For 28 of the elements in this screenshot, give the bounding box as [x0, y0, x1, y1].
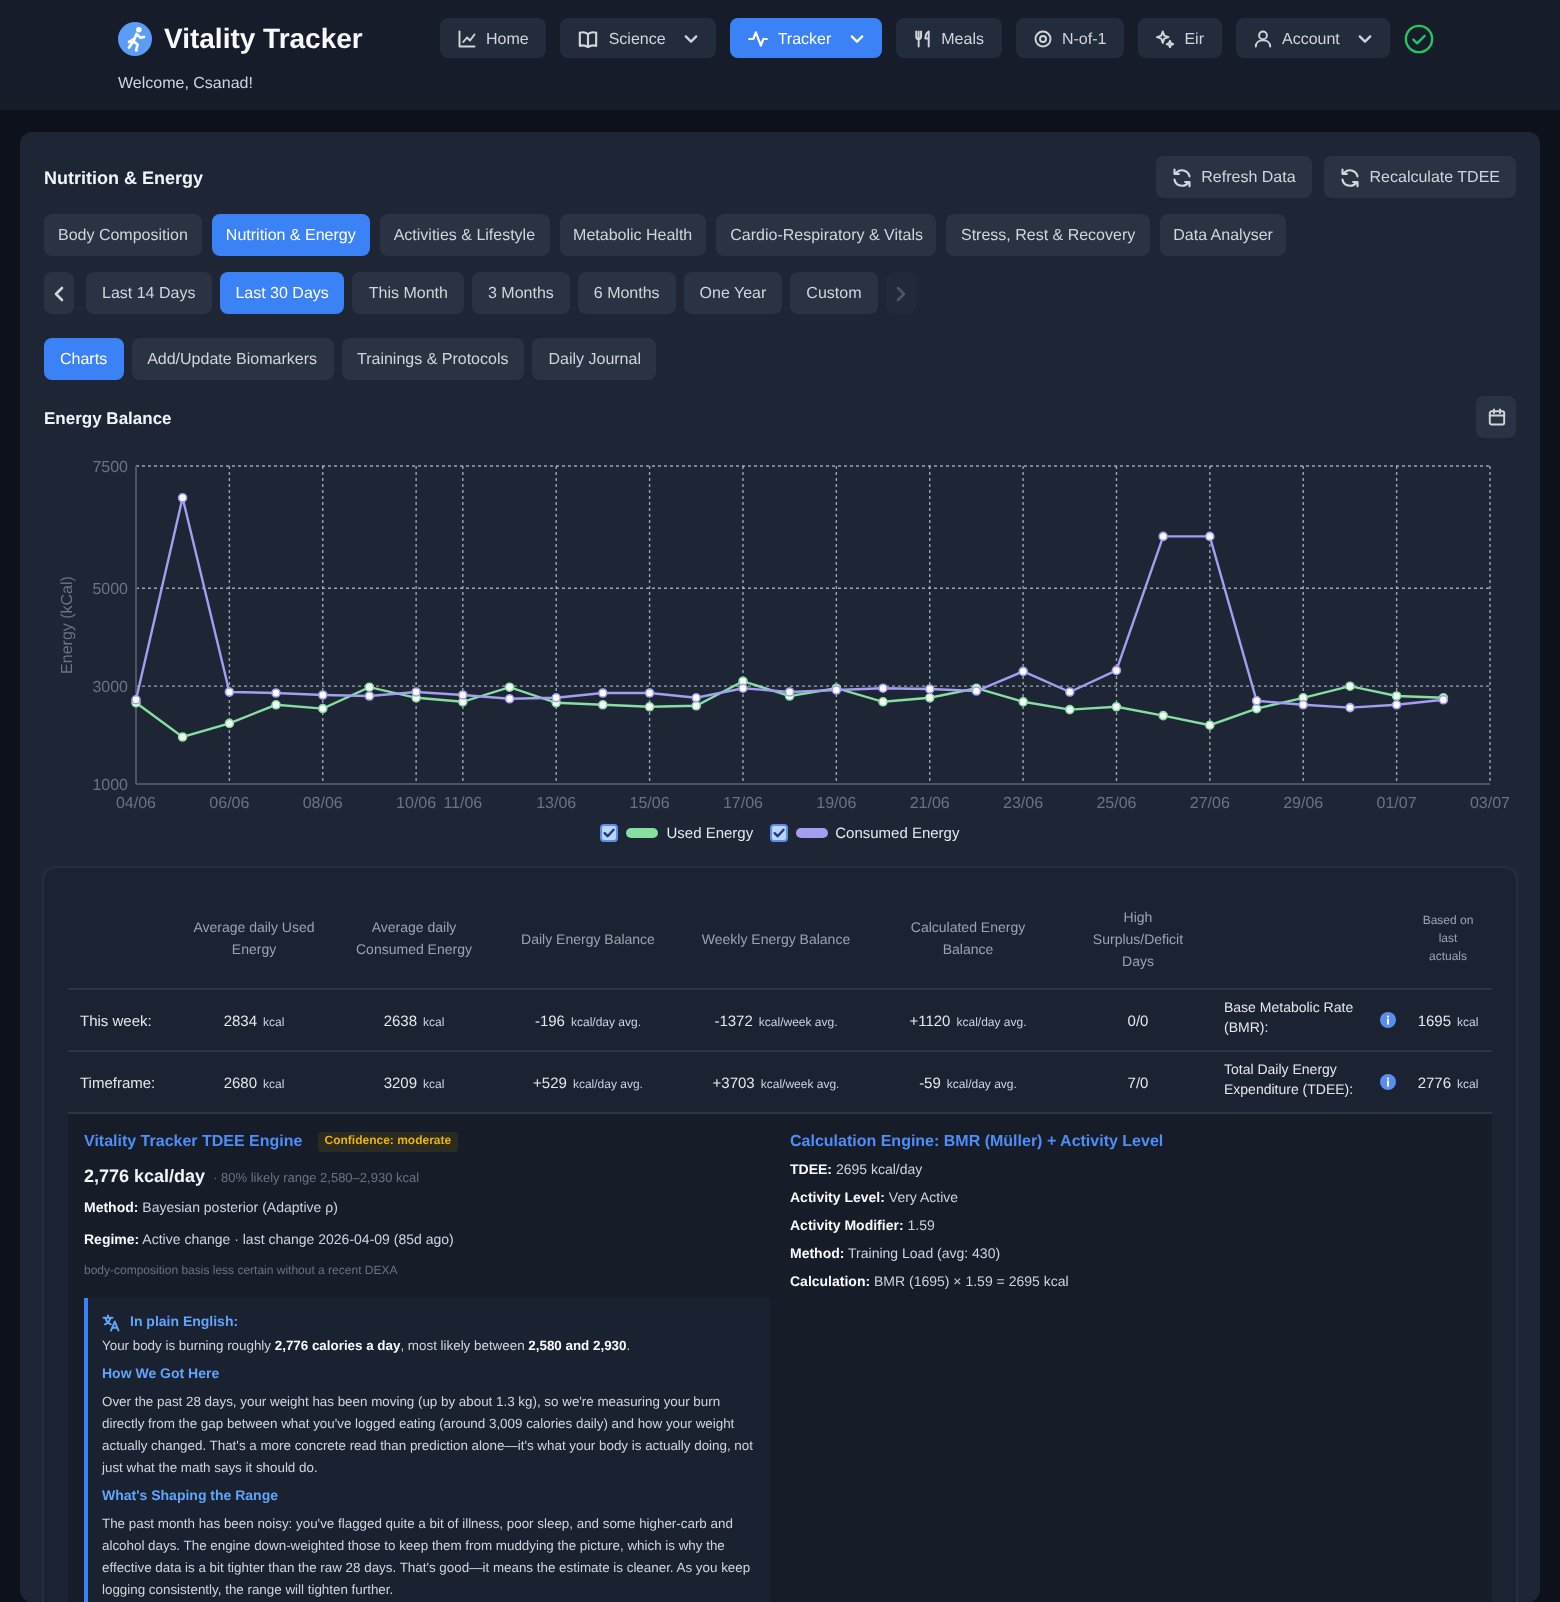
x-tick-label: 11/06 — [443, 794, 483, 812]
engine-title: Vitality Tracker TDEE Engine — [84, 1130, 303, 1152]
x-tick-label: 08/06 — [302, 794, 343, 812]
panel-title: Nutrition & Energy — [44, 167, 204, 187]
y-tick-label: 5000 — [92, 580, 128, 599]
x-tick-label: 21/06 — [909, 794, 950, 812]
y-tick-label: 1000 — [92, 776, 128, 794]
x-tick-label: 27/06 — [1189, 794, 1230, 812]
x-tick-label: 25/06 — [1096, 794, 1137, 812]
x-tick-label: 01/07 — [1376, 794, 1417, 812]
x-tick-label: 04/06 — [115, 794, 157, 812]
x-tick-label: 03/07 — [1469, 794, 1511, 812]
app-title: Vitality Tracker — [164, 22, 363, 54]
x-tick-label: 06/06 — [209, 794, 250, 812]
welcome-text: Welcome, Csanad! — [118, 74, 255, 94]
x-tick-label: 13/06 — [536, 794, 577, 812]
y-tick-label: 7500 — [92, 458, 128, 476]
x-tick-label: 19/06 — [816, 794, 857, 812]
y-axis-title: Energy (kCal) — [58, 576, 76, 674]
x-tick-label: 23/06 — [1003, 794, 1044, 812]
tdee-estimate: 2,776 kcal/day — [84, 1164, 206, 1188]
x-tick-label: 15/06 — [629, 794, 670, 812]
y-tick-label: 3000 — [92, 678, 128, 697]
chart-title: Energy Balance — [44, 407, 172, 427]
x-tick-label: 17/06 — [722, 794, 763, 812]
x-tick-label: 29/06 — [1283, 794, 1324, 812]
x-tick-label: 10/06 — [396, 794, 437, 812]
engine-title: Calculation Engine: BMR (Müller) + Activity Level — [790, 1130, 1166, 1152]
